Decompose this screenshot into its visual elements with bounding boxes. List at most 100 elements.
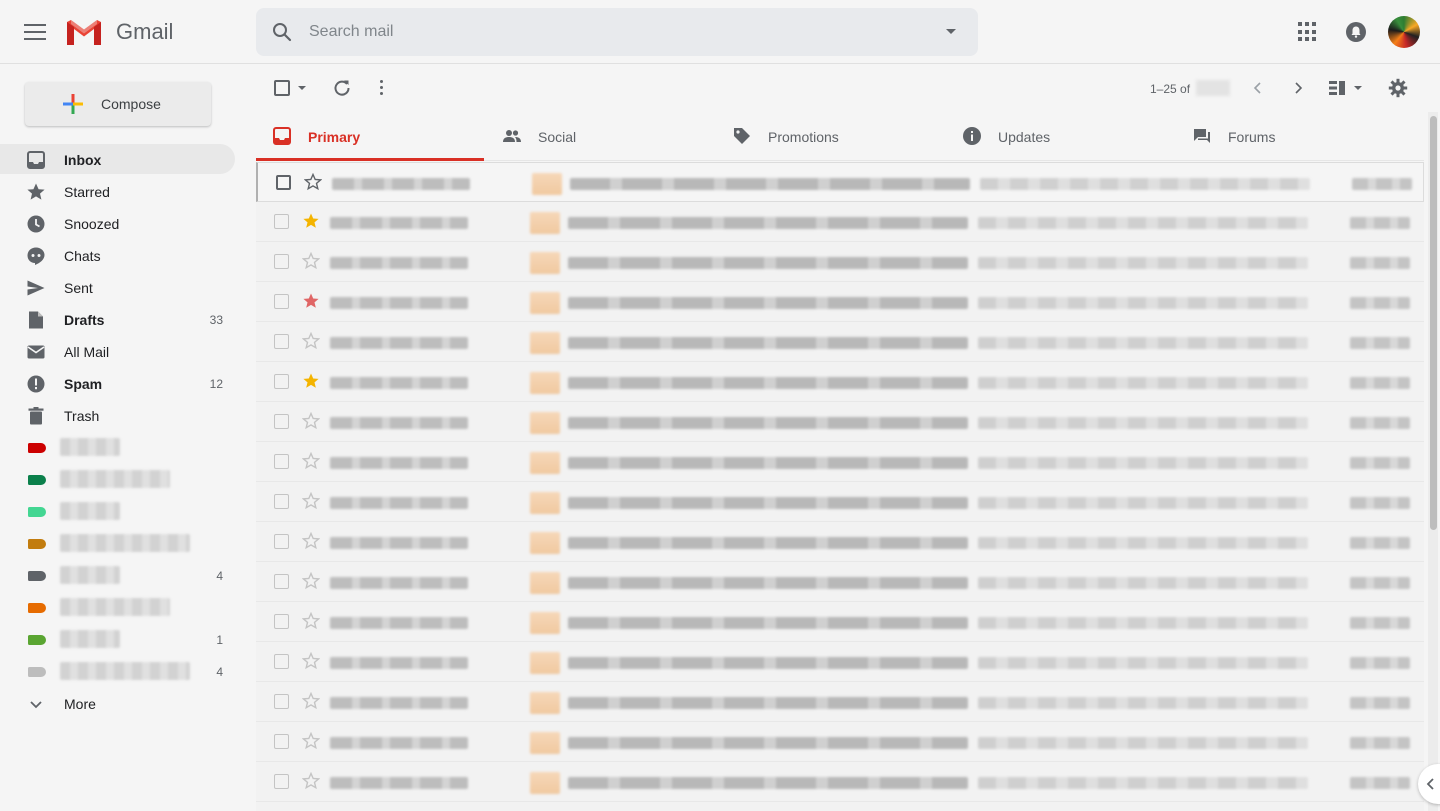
search-input[interactable]: Search mail xyxy=(309,23,393,41)
sidebar-label-item[interactable] xyxy=(0,496,235,526)
star-icon[interactable] xyxy=(301,691,321,710)
sidebar-item-more[interactable]: More xyxy=(0,688,235,718)
tab-primary[interactable]: Primary xyxy=(256,112,486,160)
email-checkbox[interactable] xyxy=(274,774,289,789)
sidebar-item-all-mail[interactable]: All Mail xyxy=(0,336,235,366)
compose-button[interactable]: Compose xyxy=(25,82,211,126)
sidebar-label-item[interactable] xyxy=(0,592,235,622)
email-row[interactable] xyxy=(256,242,1424,282)
search-icon[interactable] xyxy=(270,20,294,44)
email-checkbox[interactable] xyxy=(274,614,289,629)
email-row[interactable] xyxy=(256,562,1424,602)
star-icon[interactable] xyxy=(302,292,320,310)
tab-label: Social xyxy=(538,129,577,145)
email-checkbox[interactable] xyxy=(274,694,289,709)
notifications-icon[interactable] xyxy=(1344,20,1368,44)
star-icon[interactable] xyxy=(301,251,321,270)
select-all-checkbox[interactable] xyxy=(274,80,290,96)
apps-icon[interactable] xyxy=(1296,20,1320,44)
email-row[interactable] xyxy=(256,282,1424,322)
app-name[interactable]: Gmail xyxy=(116,19,173,45)
email-snippet-redacted xyxy=(978,537,1308,549)
sidebar-item-inbox[interactable]: Inbox xyxy=(0,144,235,174)
email-row[interactable] xyxy=(256,602,1424,642)
email-checkbox[interactable] xyxy=(274,654,289,669)
star-icon[interactable] xyxy=(301,651,321,670)
email-checkbox[interactable] xyxy=(276,175,291,190)
email-checkbox[interactable] xyxy=(274,574,289,589)
email-row[interactable] xyxy=(256,402,1424,442)
scrollbar-thumb[interactable] xyxy=(1430,116,1437,530)
menu-icon[interactable] xyxy=(24,24,46,40)
star-icon[interactable] xyxy=(301,491,321,510)
star-icon[interactable] xyxy=(301,531,321,550)
email-snippet-redacted xyxy=(978,457,1308,469)
star-icon[interactable] xyxy=(301,611,321,630)
label-name-redacted xyxy=(60,534,190,552)
email-checkbox[interactable] xyxy=(274,254,289,269)
email-checkbox[interactable] xyxy=(274,414,289,429)
star-icon[interactable] xyxy=(302,212,320,230)
email-row[interactable] xyxy=(256,322,1424,362)
tab-promotions[interactable]: Promotions xyxy=(716,112,946,160)
star-icon[interactable] xyxy=(301,771,321,790)
sidebar-item-trash[interactable]: Trash xyxy=(0,400,235,430)
email-row[interactable] xyxy=(256,442,1424,482)
email-row[interactable] xyxy=(256,482,1424,522)
sidebar-label-item[interactable]: 1 xyxy=(0,624,235,654)
search-bar[interactable]: Search mail xyxy=(256,8,978,56)
prev-page-icon[interactable] xyxy=(1250,80,1266,96)
sidebar-item-label: Sent xyxy=(64,280,93,296)
refresh-icon[interactable] xyxy=(332,78,352,98)
search-options-icon[interactable] xyxy=(946,29,956,34)
tab-forums[interactable]: Forums xyxy=(1176,112,1406,160)
more-vert-icon[interactable] xyxy=(380,80,384,96)
sidebar-item-drafts[interactable]: Drafts 33 xyxy=(0,304,235,334)
star-icon[interactable] xyxy=(301,731,321,750)
gmail-logo-icon[interactable] xyxy=(64,16,104,48)
email-checkbox[interactable] xyxy=(274,454,289,469)
email-checkbox[interactable] xyxy=(274,534,289,549)
star-icon[interactable] xyxy=(301,571,321,590)
email-row[interactable] xyxy=(256,682,1424,722)
tab-updates[interactable]: Updates xyxy=(946,112,1176,160)
sidebar-label-item[interactable]: 4 xyxy=(0,656,235,686)
email-checkbox[interactable] xyxy=(274,494,289,509)
email-snippet-redacted xyxy=(978,497,1308,509)
sidebar-item-sent[interactable]: Sent xyxy=(0,272,235,302)
tab-social[interactable]: Social xyxy=(486,112,716,160)
email-sender-redacted xyxy=(330,457,468,469)
mail-icon xyxy=(27,345,45,359)
star-icon[interactable] xyxy=(302,372,320,390)
email-checkbox[interactable] xyxy=(274,294,289,309)
email-checkbox[interactable] xyxy=(274,734,289,749)
sidebar-label-item[interactable] xyxy=(0,464,235,494)
email-row[interactable] xyxy=(256,642,1424,682)
star-icon[interactable] xyxy=(301,331,321,350)
email-checkbox[interactable] xyxy=(274,334,289,349)
email-row[interactable] xyxy=(256,362,1424,402)
sidebar-item-starred[interactable]: Starred xyxy=(0,176,235,206)
email-row[interactable] xyxy=(256,762,1424,802)
sidebar-item-chats[interactable]: Chats xyxy=(0,240,235,270)
settings-icon[interactable] xyxy=(1388,78,1408,98)
email-sender-redacted xyxy=(330,537,468,549)
select-dropdown-icon[interactable] xyxy=(298,86,306,90)
star-icon[interactable] xyxy=(301,411,321,430)
star-icon[interactable] xyxy=(303,172,323,191)
account-avatar[interactable] xyxy=(1388,16,1420,48)
email-row[interactable] xyxy=(256,202,1424,242)
email-checkbox[interactable] xyxy=(274,374,289,389)
email-row[interactable] xyxy=(256,722,1424,762)
star-icon[interactable] xyxy=(301,451,321,470)
next-page-icon[interactable] xyxy=(1290,80,1306,96)
email-checkbox[interactable] xyxy=(274,214,289,229)
email-row[interactable] xyxy=(256,162,1424,202)
sidebar-label-item[interactable] xyxy=(0,528,235,558)
email-row[interactable] xyxy=(256,522,1424,562)
sidebar-item-spam[interactable]: Spam 12 xyxy=(0,368,235,398)
sidebar-label-item[interactable] xyxy=(0,432,235,462)
split-pane-icon[interactable] xyxy=(1328,80,1364,96)
sidebar-item-snoozed[interactable]: Snoozed xyxy=(0,208,235,238)
sidebar-label-item[interactable]: 4 xyxy=(0,560,235,590)
